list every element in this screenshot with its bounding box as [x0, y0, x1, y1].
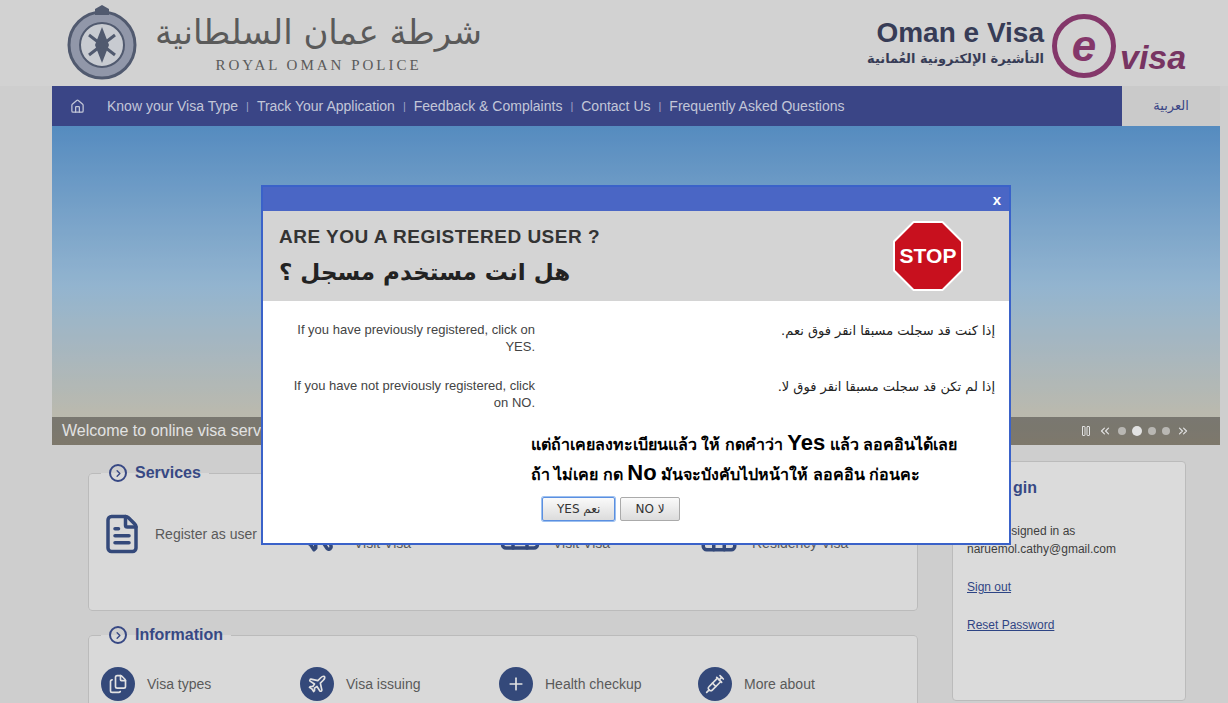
page: شرطة عمان السلطانيةROYAL OMAN POLICEOman… — [0, 0, 1228, 703]
dialog-button[interactable]: NO لا — [620, 497, 679, 521]
dialog-title-arabic: هل انت مستخدم مسجل ؟ — [279, 255, 600, 290]
dialog-header: ARE YOU A REGISTERED USER ? هل انت مستخدم… — [263, 211, 1009, 301]
close-button[interactable]: x — [993, 192, 1001, 207]
dialog-titlebar: x — [263, 187, 1009, 211]
dialog-instruction: If you have previously registered, click… — [263, 321, 1009, 355]
dialog-instruction: If you have not previously registered, c… — [263, 377, 1009, 411]
annotation-note: แต่ถ้าเคยลงทะเบียนแล้ว ให้ กดคำว่า Yes แ… — [531, 429, 971, 489]
stop-sign-icon: STOP — [893, 221, 963, 291]
registered-user-dialog: x ARE YOU A REGISTERED USER ? هل انت مستخد… — [261, 185, 1011, 545]
dialog-button[interactable]: YES نعم — [542, 497, 615, 521]
svg-text:STOP: STOP — [900, 244, 957, 267]
dialog-title: ARE YOU A REGISTERED USER ? — [279, 223, 600, 252]
